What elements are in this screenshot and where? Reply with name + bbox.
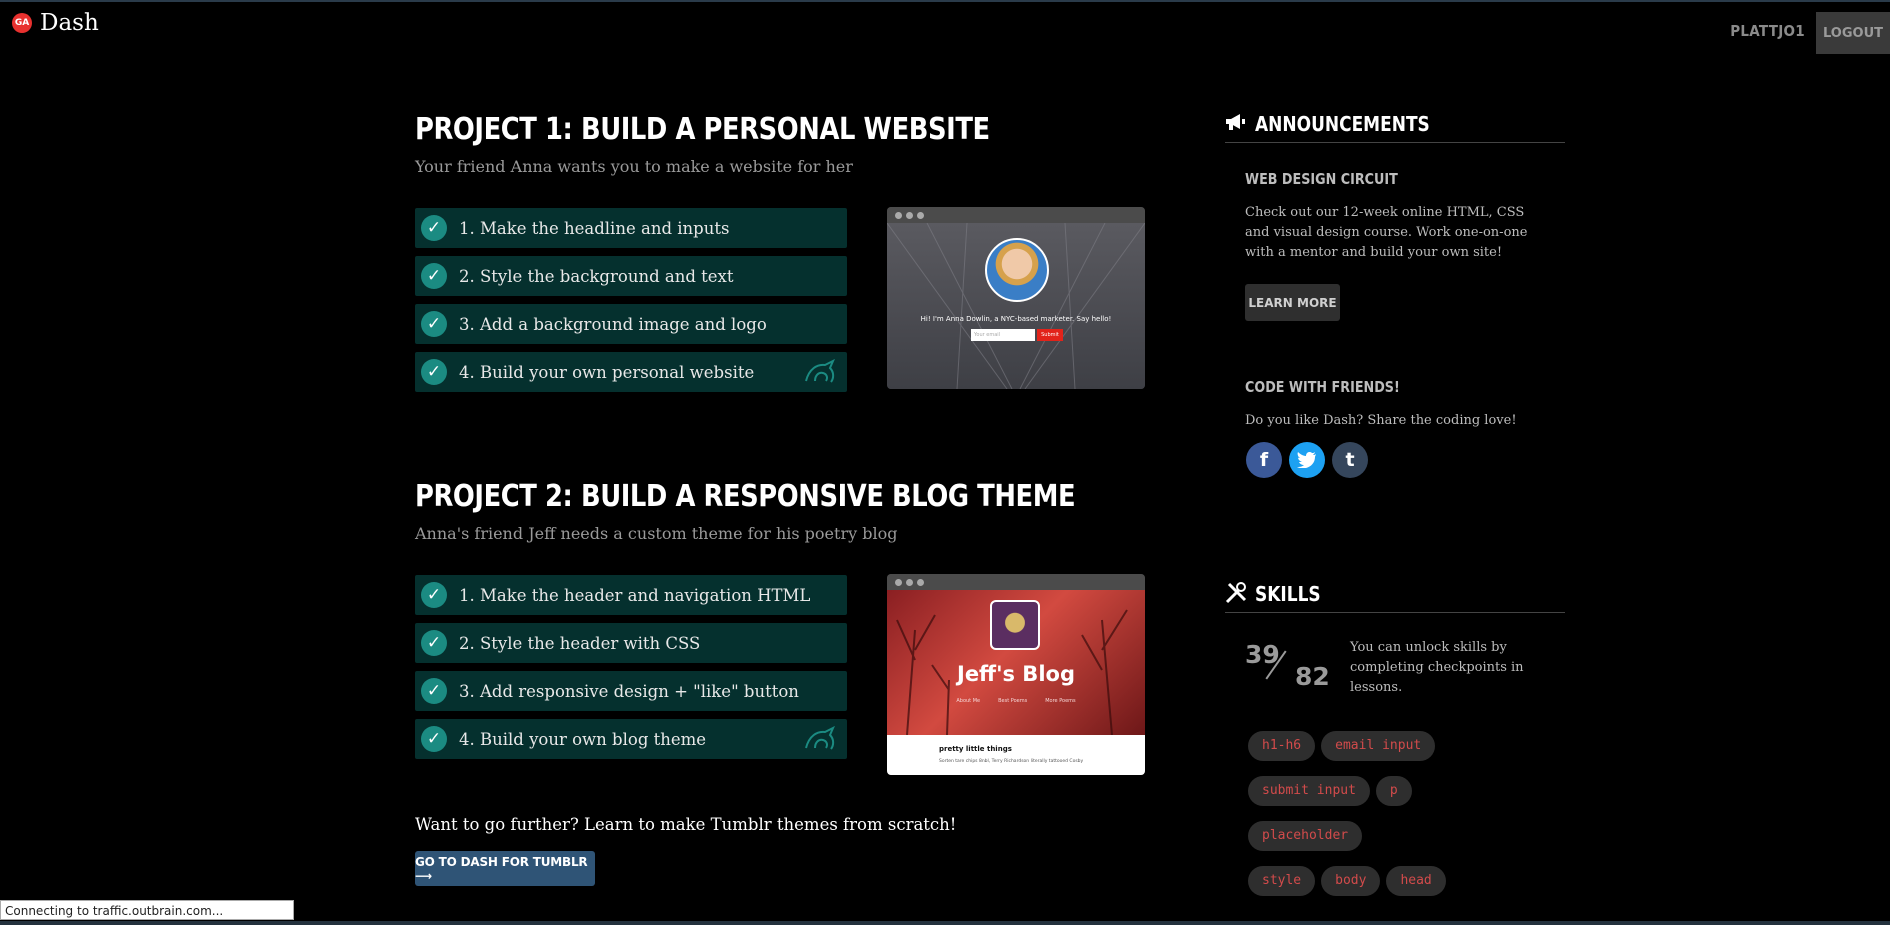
preview-blog-header: Jeff's Blog About Me Best Poems More Poe… [887, 590, 1145, 735]
project-1-step-4[interactable]: ✓ 4. Build your own personal website [415, 352, 847, 392]
checkmark-icon: ✓ [421, 215, 447, 241]
skill-tag[interactable]: style [1248, 866, 1316, 896]
code-with-friends-title: CODE WITH FRIENDS! [1245, 378, 1400, 396]
megaphone-icon [1226, 114, 1245, 130]
project-1-steps: ✓ 1. Make the headline and inputs ✓ 2. S… [415, 208, 847, 400]
skill-tag[interactable]: email input [1321, 731, 1436, 761]
skill-tag[interactable]: p [1375, 776, 1412, 806]
step-label: 2. Style the background and text [459, 266, 734, 286]
learn-more-button[interactable]: LEARN MORE [1245, 284, 1340, 321]
project-2-subtitle: Anna's friend Jeff needs a custom theme … [415, 524, 898, 543]
twitter-share-icon[interactable] [1289, 442, 1325, 478]
checkmark-icon: ✓ [421, 582, 447, 608]
project-1-subtitle: Your friend Anna wants you to make a web… [415, 157, 853, 176]
preview-blog-title: Jeff's Blog [957, 662, 1075, 686]
ga-logo-icon: GA [12, 13, 32, 33]
skills-total-count: 82 [1295, 662, 1330, 691]
step-label: 4. Build your own personal website [459, 362, 755, 382]
announcements-header: ANNOUNCEMENTS [1225, 112, 1565, 143]
web-design-circuit-text: Check out our 12-week online HTML, CSS a… [1245, 205, 1528, 260]
project-1-step-3[interactable]: ✓ 3. Add a background image and logo [415, 304, 847, 344]
username-link[interactable]: PLATTJO1 [1730, 22, 1805, 40]
skill-tags: h1-h6 email input submit input p placehold… [1248, 731, 1578, 911]
project-2-step-1[interactable]: ✓ 1. Make the header and navigation HTML [415, 575, 847, 615]
skill-tag[interactable]: head [1386, 866, 1446, 896]
preview-nav-item: Best Poems [998, 698, 1028, 704]
unicorn-icon [805, 359, 835, 383]
skills-header: SKILLS [1225, 582, 1565, 613]
web-design-circuit-title: WEB DESIGN CIRCUIT [1245, 170, 1398, 188]
skills-title: SKILLS [1255, 582, 1321, 606]
window-bottom-border [0, 921, 1890, 925]
checkmark-icon: ✓ [421, 263, 447, 289]
project-1-title: PROJECT 1: BUILD A PERSONAL WEBSITE [415, 112, 990, 147]
preview-blog-post: pretty little things Sorten tare chips 8… [887, 735, 1145, 775]
tumblr-promo-text: Want to go further? Learn to make Tumblr… [415, 815, 957, 834]
tools-icon [1225, 582, 1247, 604]
window-top-border [0, 0, 1890, 2]
preview-nav-item: More Poems [1045, 698, 1076, 704]
preview-blog-nav: About Me Best Poems More Poems [887, 698, 1145, 704]
project-2-steps: ✓ 1. Make the header and navigation HTML… [415, 575, 847, 767]
project-1-step-1[interactable]: ✓ 1. Make the headline and inputs [415, 208, 847, 248]
step-label: 3. Add a background image and logo [459, 314, 767, 334]
blog-avatar [990, 600, 1040, 650]
unicorn-icon [805, 726, 835, 750]
preview-nav-item: About Me [956, 698, 981, 704]
facebook-share-icon[interactable]: f [1246, 442, 1282, 478]
preview-post-text: Sorten tare chips 8nbl, Terry Richardson… [939, 759, 1084, 764]
checkmark-icon: ✓ [421, 678, 447, 704]
browser-dots [887, 574, 1145, 590]
step-label: 2. Style the header with CSS [459, 633, 701, 653]
logout-button[interactable]: LOGOUT [1816, 12, 1890, 54]
skills-counter: 39 82 [1245, 640, 1335, 691]
skill-tag[interactable]: submit input [1248, 776, 1370, 806]
browser-dots [887, 207, 1145, 223]
preview-post-title: pretty little things [939, 745, 1012, 753]
project-2-title: PROJECT 2: BUILD A RESPONSIVE BLOG THEME [415, 479, 1076, 514]
project-2-step-4[interactable]: ✓ 4. Build your own blog theme [415, 719, 847, 759]
browser-status-bar: Connecting to traffic.outbrain.com... [0, 900, 294, 920]
checkmark-icon: ✓ [421, 359, 447, 385]
step-label: 3. Add responsive design + "like" button [459, 681, 799, 701]
preview-intro: Hi! I'm Anna Dowlin, a NYC-based markete… [920, 315, 1112, 323]
project-1-step-2[interactable]: ✓ 2. Style the background and text [415, 256, 847, 296]
code-with-friends-text: Do you like Dash? Share the coding love! [1245, 413, 1517, 428]
skills-description: You can unlock skills by completing chec… [1350, 640, 1524, 695]
step-label: 1. Make the headline and inputs [459, 218, 730, 238]
twitter-bird-icon [1297, 452, 1316, 468]
project-2-step-3[interactable]: ✓ 3. Add responsive design + "like" butt… [415, 671, 847, 711]
avatar [985, 238, 1049, 302]
project-2-step-2[interactable]: ✓ 2. Style the header with CSS [415, 623, 847, 663]
skill-tag[interactable]: body [1321, 866, 1381, 896]
project-1-preview[interactable]: Hi! I'm Anna Dowlin, a NYC-based markete… [887, 207, 1145, 389]
checkmark-icon: ✓ [421, 630, 447, 656]
project-2-preview[interactable]: Jeff's Blog About Me Best Poems More Poe… [887, 574, 1145, 775]
go-to-dash-for-tumblr-button[interactable]: GO TO DASH FOR TUMBLR ⟶ [415, 851, 595, 886]
skill-tag[interactable]: placeholder [1248, 821, 1363, 851]
tumblr-share-icon[interactable]: t [1332, 442, 1368, 478]
checkmark-icon: ✓ [421, 311, 447, 337]
logo-text: Dash [40, 10, 99, 36]
announcements-title: ANNOUNCEMENTS [1255, 112, 1430, 136]
preview-page: Hi! I'm Anna Dowlin, a NYC-based markete… [887, 223, 1145, 389]
skill-tag[interactable]: h1-h6 [1248, 731, 1316, 761]
preview-submit-button: Submit [1037, 329, 1063, 341]
step-label: 1. Make the header and navigation HTML [459, 585, 811, 605]
step-label: 4. Build your own blog theme [459, 729, 707, 749]
preview-email-field: Your email [971, 329, 1035, 341]
checkmark-icon: ✓ [421, 726, 447, 752]
logo[interactable]: GA Dash [12, 10, 99, 36]
